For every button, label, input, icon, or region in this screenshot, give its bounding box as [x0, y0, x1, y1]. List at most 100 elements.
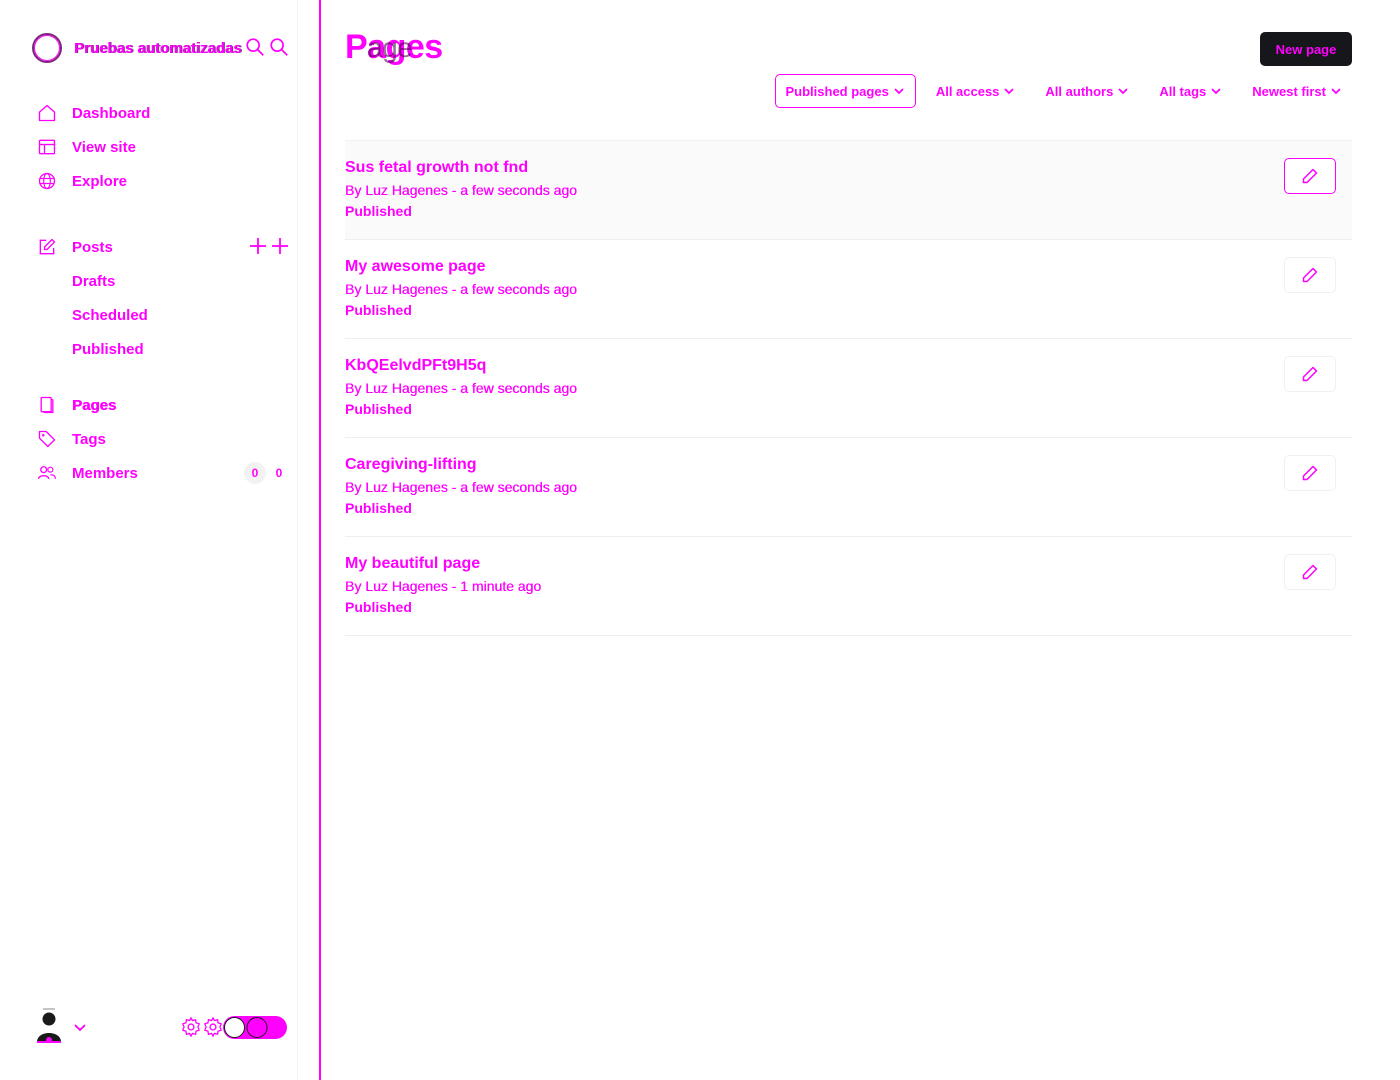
plus-icon [248, 236, 268, 260]
sidebar-item-label: Drafts [72, 272, 116, 290]
list-item[interactable]: My awesome page By Luz Hagenes - a few s… [345, 240, 1352, 339]
sidebar-item-drafts[interactable]: Drafts [36, 264, 290, 298]
new-page-button[interactable]: New page [1260, 32, 1352, 66]
posts-nav: Posts Drafts Scheduled Published [36, 230, 290, 366]
search-button[interactable] [244, 36, 290, 58]
site-name: Pruebas automatizadas [74, 39, 242, 57]
home-icon [36, 102, 58, 124]
chevron-down-icon [1004, 88, 1015, 95]
status-badge: Published [345, 302, 412, 318]
content-divider [319, 0, 321, 1080]
sidebar-item-pages[interactable]: Pages [36, 388, 290, 422]
page-meta: By Luz Hagenes - a few seconds ago [345, 380, 577, 396]
status-badge: Published [345, 500, 412, 516]
count-badge: 0 [275, 466, 283, 480]
search-icon [270, 38, 288, 56]
sidebar: Pruebas automatizadas Dashboard View sit… [0, 0, 298, 1080]
sidebar-item-label: View site [72, 138, 136, 156]
page-title-link[interactable]: Sus fetal growth not fnd [345, 159, 528, 177]
list-item[interactable]: Sus fetal growth not fnd By Luz Hagenes … [345, 141, 1352, 240]
pencil-icon [1302, 564, 1318, 580]
count-badge: 0 [244, 462, 266, 484]
filter-label: All tags [1159, 83, 1207, 99]
sidebar-item-view-site[interactable]: View site [36, 130, 290, 164]
pencil-icon [1302, 366, 1318, 382]
filter-tags[interactable]: All tags [1149, 74, 1232, 108]
page-meta: By Luz Hagenes - a few seconds ago [345, 479, 577, 495]
chevron-down-icon [894, 88, 904, 95]
dark-mode-toggle[interactable] [222, 1015, 288, 1040]
page-title-link[interactable]: Caregiving-lifting [345, 456, 477, 474]
list-item[interactable]: KbQEelvdPFt9H5q By Luz Hagenes - a few s… [345, 339, 1352, 438]
secondary-nav: Pages Tags Members 0 0 [36, 388, 290, 490]
filter-label: All access [935, 83, 1000, 99]
edit-button[interactable] [1284, 554, 1336, 590]
status-badge: Published [345, 401, 412, 417]
chevron-down-icon [1118, 88, 1128, 95]
sidebar-item-label: Posts [72, 238, 113, 256]
edit-button[interactable] [1284, 455, 1336, 491]
edit-button[interactable] [1284, 158, 1336, 194]
page-title-ghost: age [367, 32, 413, 63]
search-icon [246, 38, 264, 56]
new-post-button[interactable] [248, 236, 290, 260]
filter-label: Newest first [1252, 83, 1326, 99]
edit-button[interactable] [1284, 257, 1336, 293]
settings-button[interactable] [180, 1016, 224, 1038]
sidebar-item-published[interactable]: Published [36, 332, 290, 366]
sidebar-item-posts[interactable]: Posts [36, 230, 290, 264]
members-count: 0 0 [244, 462, 290, 484]
pencil-icon [1302, 465, 1318, 481]
filter-order[interactable]: Newest first [1242, 74, 1352, 108]
gear-icon [182, 1017, 200, 1037]
avatar[interactable] [34, 1008, 64, 1044]
page-title-link[interactable]: My awesome page [345, 258, 486, 276]
plus-icon [270, 236, 290, 260]
filter-bar: Published pages All access All authors A… [765, 74, 1353, 108]
sidebar-item-members[interactable]: Members 0 0 [36, 456, 290, 490]
page-meta: By Luz Hagenes - a few seconds ago [345, 281, 577, 297]
globe-icon [36, 170, 58, 192]
sidebar-item-label: Scheduled [72, 306, 148, 324]
page-title-link[interactable]: KbQEelvdPFt9H5q [345, 357, 486, 375]
chevron-down-icon[interactable] [72, 1020, 88, 1036]
pencil-icon [1302, 267, 1318, 283]
status-badge: Published [345, 203, 412, 219]
list-item[interactable]: Caregiving-lifting By Luz Hagenes - a fe… [345, 438, 1352, 537]
sidebar-item-dashboard[interactable]: Dashboard [36, 96, 290, 130]
tag-icon [36, 428, 58, 450]
page-icon [36, 394, 58, 416]
pages-list: Sus fetal growth not fnd By Luz Hagenes … [345, 140, 1352, 636]
filter-label: Published pages [785, 83, 889, 99]
sidebar-item-label: Members [72, 464, 138, 482]
sidebar-footer [34, 1008, 290, 1048]
edit-button[interactable] [1284, 356, 1336, 392]
edit-icon [36, 236, 58, 258]
page-title: Pages age [345, 28, 443, 67]
chevron-down-icon [1211, 88, 1221, 95]
sidebar-item-tags[interactable]: Tags [36, 422, 290, 456]
pencil-icon [1302, 168, 1318, 184]
sidebar-item-label: Dashboard [72, 104, 151, 122]
layout-icon [36, 136, 58, 158]
brand[interactable]: Pruebas automatizadas [32, 31, 294, 65]
main-nav: Dashboard View site Explore [36, 96, 290, 198]
list-item[interactable]: My beautiful page By Luz Hagenes - 1 min… [345, 537, 1352, 636]
page-title-link[interactable]: My beautiful page [345, 555, 480, 573]
filter-type[interactable]: Published pages [774, 74, 916, 108]
sidebar-item-explore[interactable]: Explore [36, 164, 290, 198]
page-meta: By Luz Hagenes - 1 minute ago [345, 578, 542, 594]
sidebar-item-label: Published [72, 340, 144, 358]
status-badge: Published [345, 599, 412, 615]
page-meta: By Luz Hagenes - a few seconds ago [345, 182, 577, 198]
gear-icon [204, 1017, 222, 1037]
filter-label: All authors [1045, 83, 1114, 99]
sidebar-item-scheduled[interactable]: Scheduled [36, 298, 290, 332]
filter-access[interactable]: All access [926, 74, 1026, 108]
sidebar-item-label: Explore [72, 172, 128, 190]
filter-authors[interactable]: All authors [1035, 74, 1139, 108]
sidebar-item-label: Tags [72, 430, 106, 448]
site-logo [32, 33, 62, 63]
chevron-down-icon [1331, 88, 1341, 95]
members-icon [36, 462, 58, 484]
